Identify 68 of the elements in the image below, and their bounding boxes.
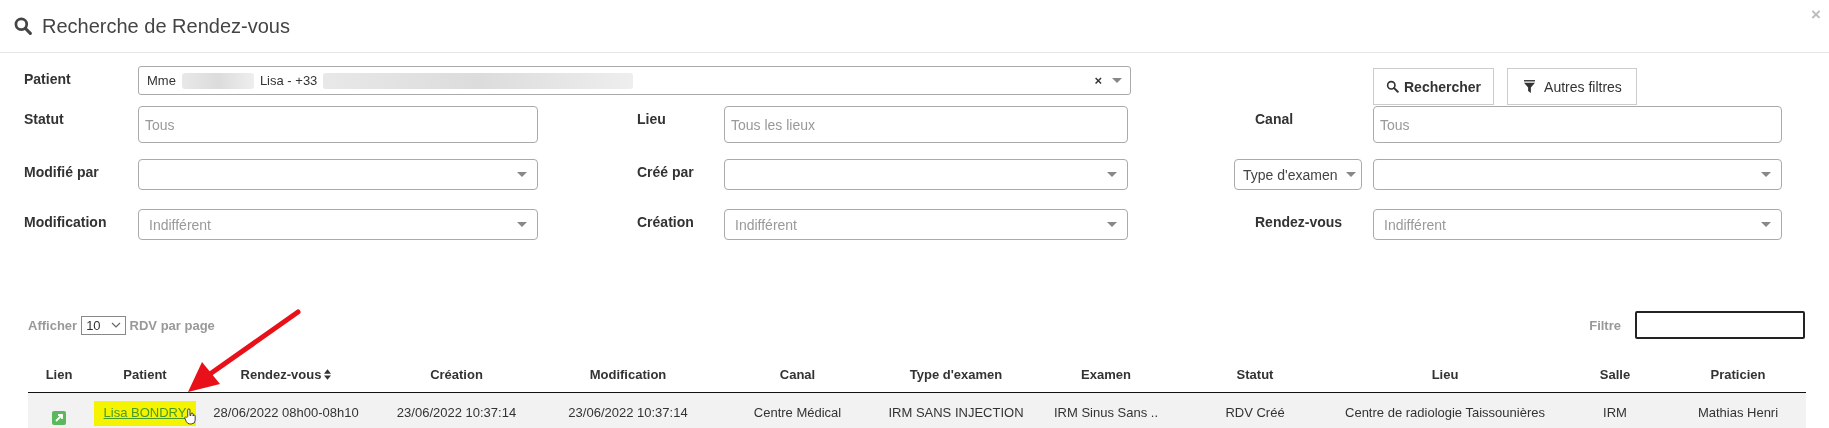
field-label: Patient (24, 70, 72, 87)
caret-icon (1761, 222, 1771, 227)
table-cell: IRM SANS INJECTION (888, 404, 1024, 420)
field-placeholder: Indifférent (149, 216, 211, 233)
caret-icon (1112, 78, 1122, 83)
window-title: Recherche de Rendez-vous (42, 14, 290, 38)
field-placeholder: Indifférent (735, 216, 797, 233)
field-label: Modifié par (24, 163, 100, 180)
column-header: Lien (45, 367, 73, 382)
column-header: Salle (1599, 367, 1631, 382)
input-field[interactable]: Tous (138, 106, 538, 143)
table-cell: Centre Médical (753, 404, 842, 420)
field-label: Rendez-vous (1254, 213, 1344, 230)
input-field[interactable]: Tous les lieux (724, 106, 1128, 143)
caret-icon (1345, 172, 1356, 177)
caret-icon (1107, 222, 1117, 227)
column-header: Type d'examen (909, 367, 1003, 382)
sort-icon (324, 369, 332, 380)
caret-icon (1761, 172, 1771, 177)
field-label: Lieu (637, 110, 667, 127)
column-header: Statut (1236, 367, 1274, 382)
filter-field[interactable] (1635, 311, 1805, 339)
page-size-select[interactable]: 10 (81, 315, 126, 335)
table-cell: IRM Sinus Sans .. (1053, 404, 1158, 420)
clear-icon[interactable]: × (1094, 73, 1102, 88)
table-cell: 23/06/2022 10:37:14 (568, 404, 688, 420)
caret-icon (517, 222, 527, 227)
funnel-icon (1524, 80, 1536, 93)
column-header: Patient (123, 367, 167, 382)
field-label: Modification (24, 213, 108, 230)
field-value: Mme (147, 73, 176, 88)
patient-select[interactable]: Mme Lisa - +33 × (138, 66, 1131, 95)
table-cell: RDV Créé (1225, 404, 1285, 420)
hand-cursor-icon (184, 408, 197, 425)
column-header: Canal (779, 367, 816, 382)
paging-label: RDV par page (129, 317, 215, 333)
sortable-header[interactable]: Rendez-vous (240, 367, 332, 382)
table-cell: IRM (1603, 404, 1627, 420)
field-value: Lisa - +33 (259, 73, 318, 88)
caret-icon (517, 172, 527, 177)
column-header: Praticien (1710, 367, 1766, 382)
field-label: Création (637, 213, 695, 230)
select-field[interactable] (1373, 159, 1782, 190)
filter-button[interactable]: Autres filtres (1507, 68, 1637, 105)
search-icon (1386, 80, 1399, 93)
table-cell: 23/06/2022 10:37:14 (396, 404, 517, 420)
type-dropdown[interactable]: Type d'examen (1234, 159, 1362, 190)
search-button[interactable]: Rechercher (1373, 68, 1495, 105)
table-cell: Mathias Henri (1697, 404, 1779, 420)
field-label: Canal (1254, 110, 1295, 127)
filter-label: Filtre (1589, 317, 1621, 333)
select-field[interactable] (724, 159, 1128, 190)
field-label: Statut (24, 110, 65, 127)
column-header: Création (430, 367, 483, 382)
search-icon (14, 17, 32, 35)
field-label: Créé par (637, 163, 695, 180)
input-field[interactable]: Tous (1373, 106, 1782, 143)
field-placeholder: Indifférent (1384, 216, 1446, 233)
table-cell: 28/06/2022 08h00-08h10 (213, 404, 359, 420)
column-header: Lieu (1431, 367, 1459, 382)
paging-label: Afficher (28, 317, 78, 333)
table-cell: Centre de radiologie Taissounières (1345, 404, 1545, 420)
column-header: Modification (589, 367, 667, 382)
caret-icon (1107, 172, 1117, 177)
column-header: Examen (1081, 367, 1131, 382)
open-link-icon[interactable] (52, 411, 66, 425)
chevron-icon (110, 322, 121, 328)
select-field[interactable] (138, 159, 538, 190)
